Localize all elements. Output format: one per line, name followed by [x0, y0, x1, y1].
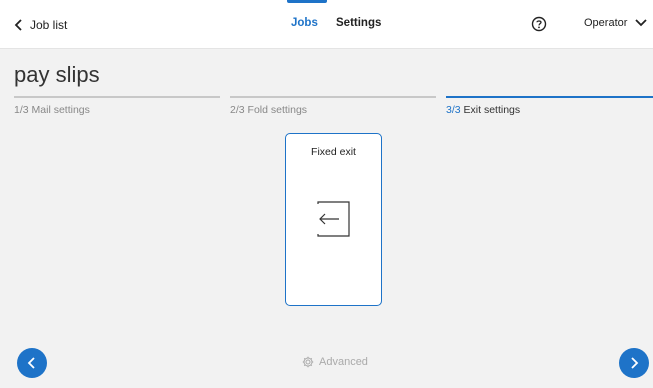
back-label: Job list [30, 18, 68, 32]
user-label: Operator [584, 17, 628, 29]
chevron-left-icon [14, 19, 22, 31]
option-label: Fixed exit [311, 146, 356, 158]
advanced-button[interactable]: Advanced [302, 356, 368, 368]
step-number: 1/3 [14, 104, 29, 116]
top-bar: Job list Jobs Settings Operator [0, 0, 653, 49]
exit-arrow-icon [317, 201, 350, 237]
user-menu[interactable]: Operator [584, 17, 648, 29]
active-tab-indicator [287, 0, 327, 3]
step-label: Fold settings [247, 104, 308, 116]
step-mail-settings[interactable]: 1/3 Mail settings [14, 96, 220, 116]
chevron-left-icon [27, 357, 35, 369]
page-title: pay slips [14, 62, 100, 87]
back-to-job-list-button[interactable]: Job list [14, 16, 67, 34]
step-number: 2/3 [230, 104, 245, 116]
step-label: Exit settings [463, 104, 521, 116]
tab-jobs[interactable]: Jobs [291, 17, 318, 29]
chevron-down-icon [635, 19, 648, 27]
step-number: 3/3 [446, 104, 461, 116]
step-fold-settings[interactable]: 2/3 Fold settings [230, 96, 436, 116]
step-label: Mail settings [31, 104, 90, 116]
fixed-exit-option[interactable]: Fixed exit [285, 133, 382, 306]
chevron-right-icon [631, 357, 639, 369]
advanced-label: Advanced [319, 356, 368, 368]
previous-step-button[interactable] [17, 348, 47, 378]
help-icon[interactable] [531, 16, 547, 32]
tab-settings[interactable]: Settings [336, 17, 381, 29]
next-step-button[interactable] [619, 348, 649, 378]
gear-icon [302, 356, 314, 368]
step-exit-settings[interactable]: 3/3 Exit settings [446, 96, 653, 116]
